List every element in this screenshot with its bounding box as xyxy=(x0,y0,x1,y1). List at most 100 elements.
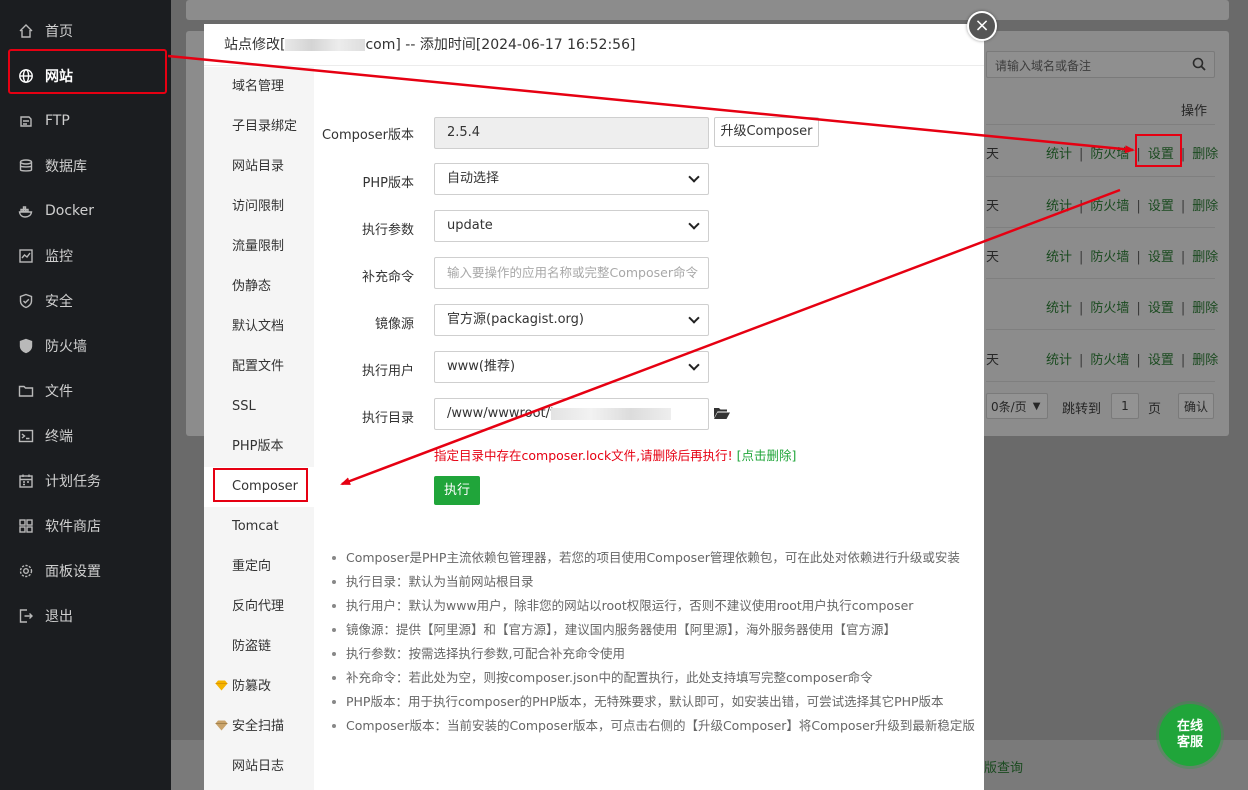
nav-item-cron[interactable]: 计划任务 xyxy=(0,459,171,503)
nav-item-ftp[interactable]: FTP xyxy=(0,99,171,143)
nav-item-store[interactable]: 软件商店 xyxy=(0,504,171,548)
stats-link[interactable]: 统计 xyxy=(1046,353,1072,368)
jump-confirm-button[interactable]: 确认 xyxy=(1178,393,1214,419)
menu-redirect[interactable]: 重定向 xyxy=(204,547,314,587)
extra-cmd-input[interactable]: 输入要操作的应用名称或完整Composer命令 xyxy=(434,257,709,289)
settings-link[interactable]: 设置 xyxy=(1148,250,1174,265)
firewall-link[interactable]: 防火墙 xyxy=(1090,301,1129,316)
upgrade-composer-button[interactable]: 升级Composer xyxy=(714,117,819,147)
composer-version-field: 2.5.4 xyxy=(434,117,709,149)
settings-link[interactable]: 设置 xyxy=(1148,301,1174,316)
title-prefix: 站点修改[ xyxy=(224,37,286,53)
firewall-link[interactable]: 防火墙 xyxy=(1090,353,1129,368)
nav-item-security[interactable]: 安全 xyxy=(0,279,171,323)
menu-subdir-binding[interactable]: 子目录绑定 xyxy=(204,107,314,147)
site-search-input[interactable]: 请输入域名或备注 xyxy=(986,51,1215,78)
menu-site-logs[interactable]: 网站日志 xyxy=(204,747,314,787)
menu-rewrite[interactable]: 伪静态 xyxy=(204,267,314,307)
menu-hotlink-protection[interactable]: 防盗链 xyxy=(204,627,314,667)
ftp-icon xyxy=(18,113,34,129)
firewall-link[interactable]: 防火墙 xyxy=(1090,147,1129,162)
nav-label: 面板设置 xyxy=(45,564,101,580)
close-icon: × xyxy=(974,15,990,36)
footer-link[interactable]: 版查询 xyxy=(984,757,1023,776)
firewall-link[interactable]: 防火墙 xyxy=(1090,199,1129,214)
delete-link[interactable]: 删除 xyxy=(1192,147,1218,162)
php-version-select[interactable]: 自动选择 xyxy=(434,163,709,195)
tip-item: Composer版本：当前安装的Composer版本，可点击右侧的【升级Comp… xyxy=(328,714,975,738)
highlight-box-website xyxy=(8,49,167,94)
shield-icon xyxy=(18,293,34,309)
row-expire: 天 xyxy=(986,199,1000,214)
menu-config-file[interactable]: 配置文件 xyxy=(204,347,314,387)
firewall-link[interactable]: 防火墙 xyxy=(1090,250,1129,265)
mirror-select[interactable]: 官方源(packagist.org) xyxy=(434,304,709,336)
nav-item-home[interactable]: 首页 xyxy=(0,9,171,53)
redacted-domain xyxy=(285,39,366,51)
page-number-value: 1 xyxy=(1121,399,1129,413)
nav-item-settings[interactable]: 面板设置 xyxy=(0,549,171,593)
exec-dir-input[interactable]: /www/wwwroot/te xyxy=(434,398,709,430)
menu-tomcat[interactable]: Tomcat xyxy=(204,507,314,547)
nav-item-database[interactable]: 数据库 xyxy=(0,144,171,188)
online-service-button[interactable]: 在线 客服 xyxy=(1159,704,1221,766)
search-icon[interactable] xyxy=(1192,57,1206,71)
row-expire: 天 xyxy=(986,147,1000,162)
nav-item-terminal[interactable]: 终端 xyxy=(0,414,171,458)
diamond-icon xyxy=(215,680,228,691)
menu-tamper-proof[interactable]: 防篡改 xyxy=(204,667,314,707)
site-edit-modal: 站点修改[ com] -- 添加时间[2024-06-17 16:52:56] 域… xyxy=(204,24,984,790)
modal-title: 站点修改[ com] -- 添加时间[2024-06-17 16:52:56] xyxy=(204,24,984,66)
nav-label: 退出 xyxy=(45,609,73,625)
stats-link[interactable]: 统计 xyxy=(1046,250,1072,265)
nav-label: 计划任务 xyxy=(45,474,101,490)
stats-link[interactable]: 统计 xyxy=(1046,301,1072,316)
composer-lock-warning: 指定目录中存在composer.lock文件,请删除后再执行! [点击删除] xyxy=(434,448,797,463)
nav-item-monitor[interactable]: 监控 xyxy=(0,234,171,278)
settings-link[interactable]: 设置 xyxy=(1148,353,1174,368)
nav-label: 首页 xyxy=(45,24,73,40)
nav-item-files[interactable]: 文件 xyxy=(0,369,171,413)
diamond-icon xyxy=(215,720,228,731)
folder-open-icon[interactable] xyxy=(713,406,731,420)
per-page-value: 0条/页 xyxy=(991,399,1027,414)
menu-access-limit[interactable]: 访问限制 xyxy=(204,187,314,227)
composer-version-label: Composer版本 xyxy=(321,128,414,143)
menu-domain-management[interactable]: 域名管理 xyxy=(204,67,314,107)
nav-label: 文件 xyxy=(45,384,73,400)
menu-php-version[interactable]: PHP版本 xyxy=(204,427,314,467)
exec-args-select[interactable]: update xyxy=(434,210,709,242)
menu-default-document[interactable]: 默认文档 xyxy=(204,307,314,347)
delete-link[interactable]: 删除 xyxy=(1192,250,1218,265)
page-number-input[interactable]: 1 xyxy=(1111,393,1139,419)
delete-link[interactable]: 删除 xyxy=(1192,199,1218,214)
exec-user-select[interactable]: www(推荐) xyxy=(434,351,709,383)
stats-link[interactable]: 统计 xyxy=(1046,147,1072,162)
modal-close-button[interactable]: × xyxy=(967,11,997,41)
modal-side-menu: 域名管理 子目录绑定 网站目录 访问限制 流量限制 伪静态 默认文档 配置文件 … xyxy=(204,67,314,790)
run-button[interactable]: 执行 xyxy=(434,476,480,505)
row-actions: 统计 | 防火墙 | 设置 | 删除 xyxy=(1046,301,1219,316)
nav-item-firewall[interactable]: 防火墙 xyxy=(0,324,171,368)
row-actions: 统计 | 防火墙 | 设置 | 删除 xyxy=(1046,353,1219,368)
left-nav: 首页 网站 FTP 数据库 Docker 监控 安全 防火墙 文件 终端 计划任… xyxy=(0,0,171,790)
tip-item: 镜像源：提供【阿里源】和【官方源】，建议国内服务器使用【阿里源】，海外服务器使用… xyxy=(328,618,968,642)
menu-site-directory[interactable]: 网站目录 xyxy=(204,147,314,187)
click-delete-link[interactable]: [点击删除] xyxy=(737,448,797,463)
help-tips: Composer是PHP主流依赖包管理器，若您的项目使用Composer管理依赖… xyxy=(328,546,975,738)
nav-item-docker[interactable]: Docker xyxy=(0,189,171,233)
delete-link[interactable]: 删除 xyxy=(1192,353,1218,368)
settings-link[interactable]: 设置 xyxy=(1148,199,1174,214)
menu-reverse-proxy[interactable]: 反向代理 xyxy=(204,587,314,627)
per-page-select[interactable]: 0条/页 ▼ xyxy=(986,393,1048,419)
delete-link[interactable]: 删除 xyxy=(1192,301,1218,316)
stats-link[interactable]: 统计 xyxy=(1046,199,1072,214)
chevron-down-icon xyxy=(688,359,700,371)
chevron-down-icon xyxy=(688,312,700,324)
row-actions: 统计 | 防火墙 | 设置 | 删除 xyxy=(1046,147,1219,162)
menu-security-scan[interactable]: 安全扫描 xyxy=(204,707,314,747)
title-suffix: com] -- 添加时间[2024-06-17 16:52:56] xyxy=(365,37,636,53)
menu-ssl[interactable]: SSL xyxy=(204,387,314,427)
menu-traffic-limit[interactable]: 流量限制 xyxy=(204,227,314,267)
nav-item-logout[interactable]: 退出 xyxy=(0,594,171,638)
